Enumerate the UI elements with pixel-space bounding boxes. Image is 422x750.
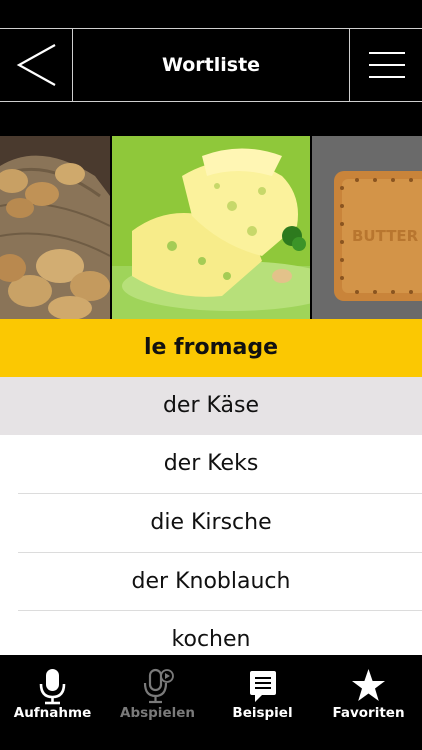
biscuit-imprint: BUTTER [352, 227, 419, 245]
page-title: Wortliste [161, 54, 261, 76]
list-item[interactable]: der Käse [0, 377, 422, 435]
word-list: le fromage der Käse der Keks die Kirsche… [0, 319, 422, 655]
tab-bar: Aufnahme Abspielen Beispiel Favoriten [0, 655, 422, 750]
image-carousel[interactable]: BUTTER [0, 136, 422, 319]
tab-favoriten[interactable]: Favoriten [315, 655, 422, 750]
list-item[interactable]: die Kirsche [0, 494, 422, 552]
tab-aufnahme[interactable]: Aufnahme [0, 655, 105, 750]
microphone-play-icon [143, 668, 174, 704]
header-spacer [0, 102, 422, 136]
tab-label: Aufnahme [13, 705, 92, 721]
back-button[interactable] [0, 29, 73, 101]
navigation-bar: Wortliste [0, 28, 422, 102]
tab-label: Favoriten [332, 705, 405, 721]
list-item[interactable]: kochen [0, 611, 422, 655]
cheese-image [112, 136, 310, 319]
star-icon [352, 669, 385, 701]
tab-label: Beispiel [232, 705, 293, 721]
list-item[interactable]: der Knoblauch [0, 553, 422, 611]
microphone-icon [39, 669, 66, 705]
tab-beispiel[interactable]: Beispiel [210, 655, 315, 750]
chevron-left-icon [16, 44, 56, 86]
status-bar [0, 0, 422, 28]
tab-abspielen[interactable]: Abspielen [105, 655, 210, 750]
speech-bubble-icon [250, 671, 276, 702]
menu-button[interactable] [349, 29, 422, 101]
potatoes-image [0, 136, 110, 319]
selected-translation-row[interactable]: le fromage [0, 319, 422, 377]
list-item[interactable]: der Keks [0, 435, 422, 493]
biscuit-image: BUTTER [312, 136, 422, 319]
tab-label: Abspielen [120, 705, 195, 721]
